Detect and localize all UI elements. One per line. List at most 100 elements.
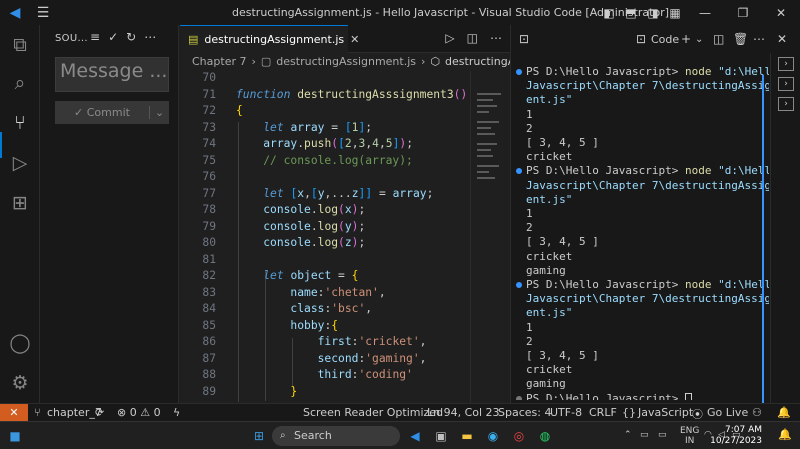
editor-tabs: ▤ destructingAssignment.js ✕ ▷ ◫ ⋯ — [180, 25, 510, 53]
terminal-instance-icon[interactable]: › — [778, 57, 794, 71]
account-icon[interactable]: ◯ — [8, 331, 32, 355]
tray-app-icon[interactable]: ▭ — [640, 430, 649, 440]
line-number: 73 — [202, 120, 216, 134]
start-windows-icon[interactable]: ⊞ — [250, 427, 268, 445]
more-actions-icon[interactable]: ⋯ — [144, 30, 156, 44]
encoding[interactable]: UTF-8 — [550, 406, 582, 419]
terminal-shell-label[interactable]: Code — [651, 33, 679, 46]
terminal-line: ent.js" — [526, 306, 573, 320]
line-number: 82 — [202, 269, 216, 282]
line-number: 75 — [202, 153, 216, 167]
end-of-line[interactable]: CRLF — [589, 406, 617, 419]
terminal-line: Javascript\Chapter 7\destructingAssignm — [526, 79, 769, 93]
go-live-button[interactable]: Go Live — [707, 406, 748, 419]
commit-check-icon[interactable]: ✓ — [108, 30, 118, 44]
vscode-taskbar-icon[interactable]: ◀ — [406, 427, 424, 445]
close-tab-icon[interactable]: ✕ — [350, 33, 367, 46]
notification-center-icon[interactable]: 🔔 — [778, 428, 792, 441]
menu-icon[interactable]: ☰ — [30, 5, 56, 21]
sync-icon[interactable]: ⟳ — [95, 406, 104, 419]
terminal-dropdown-icon[interactable]: ⌄ — [695, 34, 703, 45]
feedback-icon[interactable]: ⚇ — [752, 406, 762, 419]
run-file-icon[interactable]: ▷ — [445, 31, 454, 45]
branch-name[interactable]: chapter_7 — [47, 406, 102, 419]
line-number: 89 — [202, 384, 216, 398]
run-debug-icon[interactable]: ▷ — [8, 151, 32, 175]
commit-message-input[interactable]: Message ... — [55, 57, 169, 92]
command-decoration-icon[interactable] — [516, 168, 522, 175]
toggle-sidebar-icon[interactable]: ◧ — [598, 6, 620, 20]
split-terminal-icon[interactable]: ◫ — [713, 32, 724, 46]
whatsapp-icon[interactable]: ◍ — [536, 427, 554, 445]
system-clock[interactable]: 7:07 AM 10/27/2023 — [710, 425, 762, 447]
terminal-line: ent.js" — [526, 192, 573, 206]
split-editor-icon[interactable]: ◫ — [467, 31, 478, 45]
commit-button-label: ✓ Commit — [74, 106, 130, 119]
indentation[interactable]: Spaces: 4 — [498, 406, 551, 419]
extensions-icon[interactable]: ⊞ — [8, 191, 32, 215]
close-window-button[interactable]: ✕ — [762, 6, 800, 20]
code-line: } — [290, 384, 298, 398]
explorer-icon[interactable]: ⧉ — [8, 33, 32, 57]
show-hidden-icons-icon[interactable]: ⌃ — [624, 430, 632, 440]
ports-icon[interactable]: ϟ — [173, 406, 180, 419]
notifications-bell-icon[interactable]: 🔔 — [777, 406, 791, 419]
settings-gear-icon[interactable]: ⚙ — [8, 371, 32, 395]
store-icon[interactable]: ▣ — [432, 427, 450, 445]
taskbar-search[interactable]: ⌕ Search — [272, 426, 400, 446]
terminal-output[interactable]: PS D:\Hello Javascript> node "d:\HelloJa… — [511, 65, 769, 400]
search-icon[interactable]: ⌕ — [8, 71, 32, 95]
braces-icon: {} — [622, 406, 636, 419]
minimize-button[interactable]: — — [686, 6, 724, 20]
cursor-position[interactable]: Ln 94, Col 23 — [427, 406, 500, 419]
kill-terminal-icon[interactable]: 🗑 — [733, 32, 748, 46]
terminal-line: [ 3, 4, 5 ] — [526, 136, 599, 149]
widgets-icon[interactable]: ■ — [6, 427, 24, 445]
command-decoration-icon[interactable] — [516, 282, 522, 288]
line-number: 76 — [202, 170, 216, 183]
code-line: array.push([2,3,4,5]); — [263, 137, 414, 150]
view-as-tree-icon[interactable]: ≡ — [90, 30, 100, 44]
remote-indicator-icon[interactable]: ✕ — [0, 404, 28, 422]
command-decoration-icon[interactable] — [516, 69, 522, 75]
commit-button[interactable]: ✓ Commit ⌄ — [55, 101, 169, 124]
terminal-line: cricket — [526, 249, 573, 263]
new-terminal-icon[interactable]: + — [681, 32, 691, 46]
terminal-line: 2 — [526, 221, 533, 235]
code-line: class:'bsc', — [290, 302, 373, 315]
toggle-secondary-sidebar-icon[interactable]: ◨ — [642, 6, 664, 20]
commit-dropdown-chevron-icon[interactable]: ⌄ — [149, 106, 169, 119]
terminal-more-icon[interactable]: ⋯ — [753, 32, 765, 46]
code-line: function destructingAsssignment3() — [236, 87, 468, 101]
terminal-scrollbar[interactable] — [762, 75, 764, 405]
command-decoration-icon[interactable] — [516, 395, 522, 400]
source-control-sidebar: SOU... ≡ ✓ ↻ ⋯ Message ... ✓ Commit ⌄ — [40, 25, 179, 403]
source-control-icon[interactable]: ⑂ — [8, 111, 32, 135]
code-line: first:'cricket', — [317, 335, 427, 348]
customize-layout-icon[interactable]: ▦ — [664, 6, 686, 20]
tray-app-icon[interactable]: ▭ — [658, 430, 667, 440]
minimap[interactable] — [470, 71, 510, 403]
code-line: // console.log(array); — [236, 153, 413, 167]
line-number: 79 — [202, 219, 216, 233]
language-mode[interactable]: JavaScript — [638, 406, 693, 419]
chrome-icon[interactable]: ◎ — [510, 427, 528, 445]
keyboard-language[interactable]: ENG — [680, 426, 699, 436]
terminal-cursor — [684, 392, 692, 400]
line-number: 85 — [202, 318, 216, 332]
terminal-instance-icon[interactable]: › — [778, 77, 794, 91]
activity-bar: ⧉ ⌕ ⑂ ▷ ⊞ ◯ ⚙ — [0, 25, 40, 403]
terminal-line: PS D:\Hello Javascript> node "d:\Hello — [526, 65, 769, 78]
editor-more-icon[interactable]: ⋯ — [490, 31, 502, 45]
close-panel-icon[interactable]: ✕ — [777, 32, 787, 46]
edge-icon[interactable]: ◉ — [484, 427, 502, 445]
terminal-instance-icon[interactable]: › — [778, 97, 794, 111]
problems-count[interactable]: ⊗ 0 ⚠ 0 — [117, 406, 161, 419]
file-explorer-icon[interactable]: ▬ — [458, 427, 476, 445]
tab-destructing-assignment[interactable]: ▤ destructingAssignment.js ✕ — [180, 25, 359, 53]
maximize-button[interactable]: ❐ — [724, 6, 762, 20]
screen-reader-status[interactable]: Screen Reader Optimized — [303, 406, 443, 419]
code-area[interactable]: 70 71 function destructingAsssignment3() 72… — [180, 71, 470, 403]
refresh-icon[interactable]: ↻ — [126, 30, 136, 44]
toggle-panel-icon[interactable]: ⬒ — [620, 6, 642, 20]
